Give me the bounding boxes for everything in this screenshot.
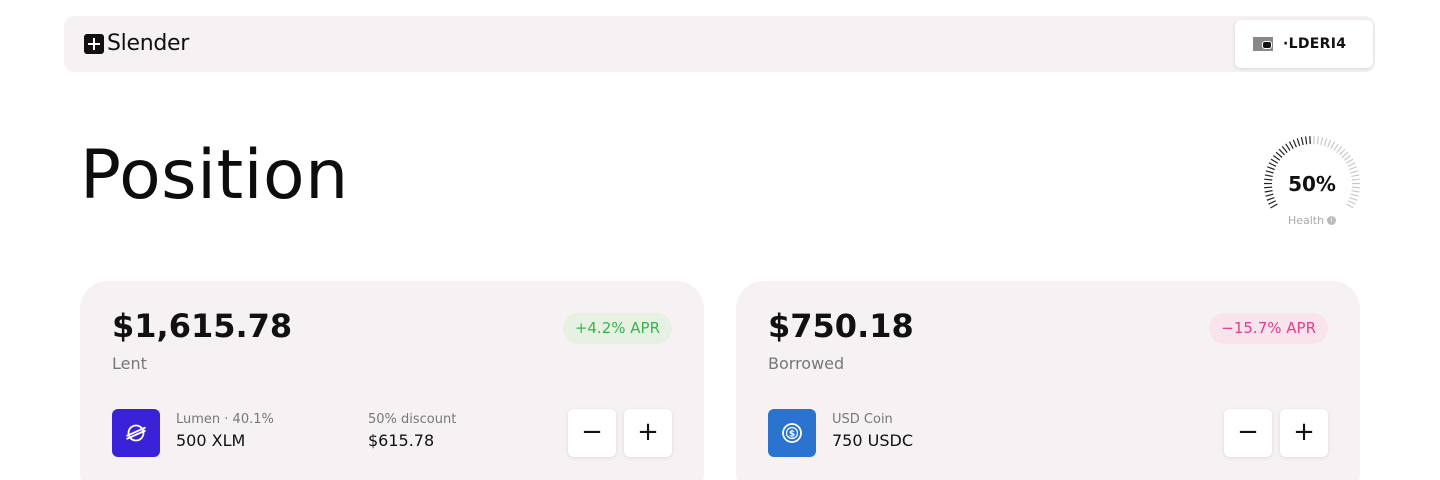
page-title: Position <box>80 136 349 215</box>
wallet-button[interactable]: ·LDERI4 <box>1235 20 1373 68</box>
slender-logo[interactable]: Slender <box>84 32 189 56</box>
health-gauge-tick <box>1275 151 1283 158</box>
wallet-icon <box>1253 37 1273 51</box>
health-gauge-tick <box>1268 162 1277 167</box>
health-gauge-tick <box>1268 200 1276 205</box>
health-gauge-tick <box>1320 137 1324 146</box>
borrowed-amount: $750.18 <box>768 307 914 345</box>
health-gauge-tick <box>1316 136 1319 145</box>
lent-amount: $1,615.78 <box>112 307 293 345</box>
health-gauge-tick <box>1349 196 1358 201</box>
lend-xlm-button[interactable]: + <box>624 409 672 457</box>
health-gauge-tick <box>1266 196 1275 201</box>
lent-card: $1,615.78 Lent +4.2% APR Lumen · 40.1% 5… <box>80 281 704 480</box>
svg-text:$: $ <box>789 430 795 440</box>
health-gauge-tick <box>1285 143 1291 151</box>
health-value: 50% <box>1288 172 1336 196</box>
health-gauge-tick <box>1292 139 1297 148</box>
health-gauge-tick <box>1270 158 1279 164</box>
health-gauge-tick <box>1349 166 1358 171</box>
lent-apr-badge: +4.2% APR <box>562 313 672 344</box>
logo-text: Slender <box>107 31 190 56</box>
stellar-lumen-icon <box>112 409 160 457</box>
repay-usdc-button[interactable]: − <box>1224 409 1272 457</box>
health-gauge-tick <box>1346 203 1354 209</box>
health-label-row: Health i <box>1260 214 1364 227</box>
usd-coin-icon: $ <box>768 409 816 457</box>
health-gauge-tick <box>1278 148 1285 156</box>
health-gauge-tick <box>1296 138 1301 147</box>
borrowed-asset-amount: 750 USDC <box>832 431 913 450</box>
borrowed-apr-badge: −15.7% APR <box>1209 313 1328 344</box>
health-label: Health <box>1287 214 1325 227</box>
withdraw-xlm-button[interactable]: − <box>568 409 616 457</box>
health-gauge-tick <box>1288 141 1294 149</box>
health-gauge-tick <box>1348 200 1356 205</box>
health-gauge-tick <box>1270 203 1278 209</box>
wallet-address: ·LDERI4 <box>1283 36 1347 52</box>
top-nav-bar: Slender ·LDERI4 <box>64 16 1375 72</box>
health-gauge: 50% Health i <box>1260 132 1364 236</box>
health-gauge-tick <box>1345 158 1354 164</box>
health-gauge-tick <box>1336 145 1343 153</box>
health-gauge-tick <box>1339 148 1346 156</box>
borrowed-label: Borrowed <box>768 354 845 373</box>
health-gauge-tick <box>1327 139 1332 148</box>
borrow-usdc-button[interactable]: + <box>1280 409 1328 457</box>
health-gauge-tick <box>1323 138 1328 147</box>
health-gauge-tick <box>1273 155 1281 161</box>
lent-asset-meta: Lumen · 40.1% <box>176 412 274 427</box>
lent-asset-amount: 500 XLM <box>176 431 246 450</box>
lent-label: Lent <box>112 354 147 373</box>
health-gauge-tick <box>1341 151 1349 158</box>
health-gauge-tick <box>1266 166 1275 171</box>
health-gauge-tick <box>1330 141 1336 149</box>
borrowed-card: $750.18 Borrowed −15.7% APR $ USD Coin 7… <box>736 281 1360 480</box>
health-gauge-tick <box>1333 143 1339 151</box>
health-gauge-tick <box>1300 137 1304 146</box>
health-gauge-tick <box>1281 145 1288 153</box>
discount-value: $615.78 <box>368 431 435 450</box>
logo-mark-icon <box>84 34 104 54</box>
borrowed-asset-meta: USD Coin <box>832 412 893 427</box>
discount-label: 50% discount <box>368 412 457 427</box>
health-gauge-tick <box>1347 162 1356 167</box>
health-gauge-tick <box>1305 136 1308 145</box>
info-icon[interactable]: i <box>1327 216 1337 225</box>
health-gauge-tick <box>1343 155 1351 161</box>
